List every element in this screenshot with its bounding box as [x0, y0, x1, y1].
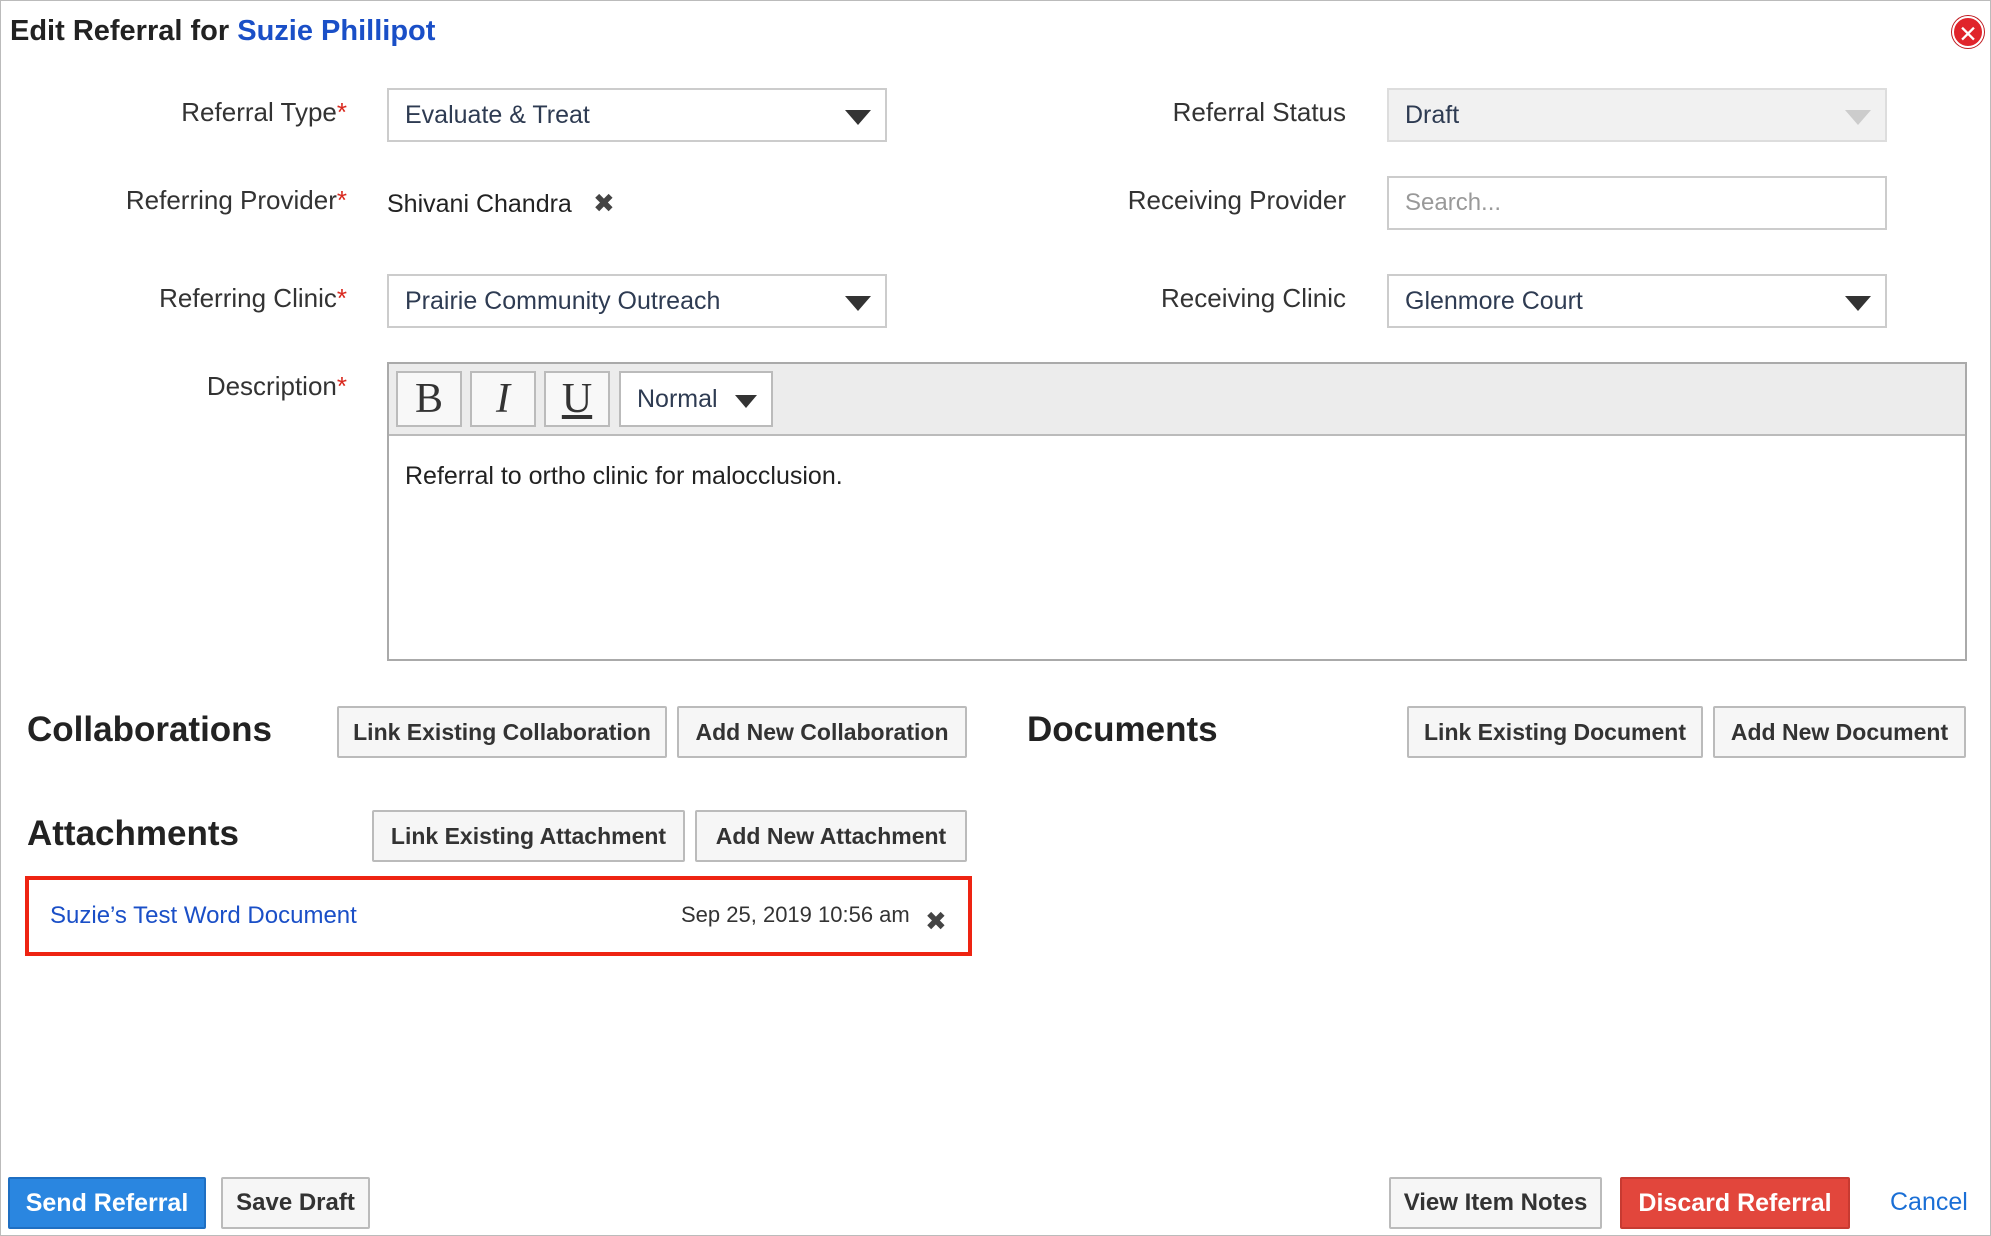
chevron-down-icon	[1845, 110, 1871, 125]
view-item-notes-button[interactable]: View Item Notes	[1389, 1177, 1602, 1229]
chevron-down-icon	[1845, 296, 1871, 311]
referral-status-value: Draft	[1405, 101, 1460, 129]
referring-clinic-value: Prairie Community Outreach	[405, 287, 721, 315]
patient-name-link[interactable]: Suzie Phillipot	[237, 15, 435, 47]
description-text-area[interactable]: Referral to ortho clinic for malocclusio…	[389, 436, 1965, 517]
receiving-clinic-select[interactable]: Glenmore Court	[1387, 274, 1887, 328]
remove-attachment-icon[interactable]: ✖	[925, 908, 947, 934]
link-existing-document-button[interactable]: Link Existing Document	[1407, 706, 1703, 758]
paragraph-format-select[interactable]: Normal	[619, 371, 773, 427]
receiving-clinic-label: Receiving Clinic	[1161, 283, 1346, 313]
attachments-heading: Attachments	[27, 814, 239, 853]
add-new-collaboration-button[interactable]: Add New Collaboration	[677, 706, 967, 758]
paragraph-format-value: Normal	[637, 385, 718, 413]
referral-type-label: Referral Type*	[181, 97, 347, 127]
add-new-document-button[interactable]: Add New Document	[1713, 706, 1966, 758]
documents-heading: Documents	[1027, 710, 1218, 749]
referral-type-value: Evaluate & Treat	[405, 101, 590, 129]
title-prefix: Edit Referral for	[10, 15, 230, 47]
italic-button[interactable]: I	[470, 371, 536, 427]
collaborations-heading: Collaborations	[27, 710, 273, 749]
link-existing-collaboration-button[interactable]: Link Existing Collaboration	[337, 706, 667, 758]
referral-status-label: Referral Status	[1172, 97, 1346, 127]
referring-clinic-select[interactable]: Prairie Community Outreach	[387, 274, 887, 328]
referring-provider-label: Referring Provider*	[125, 185, 347, 215]
referring-provider-value: Shivani Chandra	[387, 190, 572, 218]
attachment-list-item: Suzie’s Test Word Document Sep 25, 2019 …	[25, 876, 972, 956]
referral-status-select: Draft	[1387, 88, 1887, 142]
attachment-name-link[interactable]: Suzie’s Test Word Document	[50, 902, 357, 930]
referring-clinic-label: Referring Clinic*	[159, 283, 347, 313]
discard-referral-button[interactable]: Discard Referral	[1620, 1177, 1850, 1229]
chevron-down-icon	[845, 296, 871, 311]
link-existing-attachment-button[interactable]: Link Existing Attachment	[372, 810, 685, 862]
description-label: Description*	[206, 371, 347, 401]
edit-referral-dialog: Edit Referral for Suzie Phillipot ✕ Refe…	[0, 0, 1991, 1236]
underline-button[interactable]: U	[544, 371, 610, 427]
bold-button[interactable]: B	[396, 371, 462, 427]
description-editor: B I U Normal Referral to ortho clinic fo…	[387, 362, 1967, 661]
chevron-down-icon	[735, 395, 757, 408]
chevron-down-icon	[845, 110, 871, 125]
close-icon[interactable]: ✕	[1952, 16, 1984, 48]
save-draft-button[interactable]: Save Draft	[221, 1177, 370, 1229]
receiving-provider-label: Receiving Provider	[1127, 185, 1346, 215]
cancel-link[interactable]: Cancel	[1890, 1188, 1968, 1217]
attachment-date: Sep 25, 2019 10:56 am	[681, 902, 910, 927]
referral-type-select[interactable]: Evaluate & Treat	[387, 88, 887, 142]
receiving-provider-search-input[interactable]	[1387, 176, 1887, 230]
send-referral-button[interactable]: Send Referral	[8, 1177, 206, 1229]
dialog-title: Edit Referral for Suzie Phillipot	[10, 15, 435, 48]
editor-toolbar: B I U Normal	[389, 364, 1965, 436]
add-new-attachment-button[interactable]: Add New Attachment	[695, 810, 967, 862]
receiving-clinic-value: Glenmore Court	[1405, 287, 1583, 315]
remove-provider-icon[interactable]: ✖	[593, 190, 615, 216]
